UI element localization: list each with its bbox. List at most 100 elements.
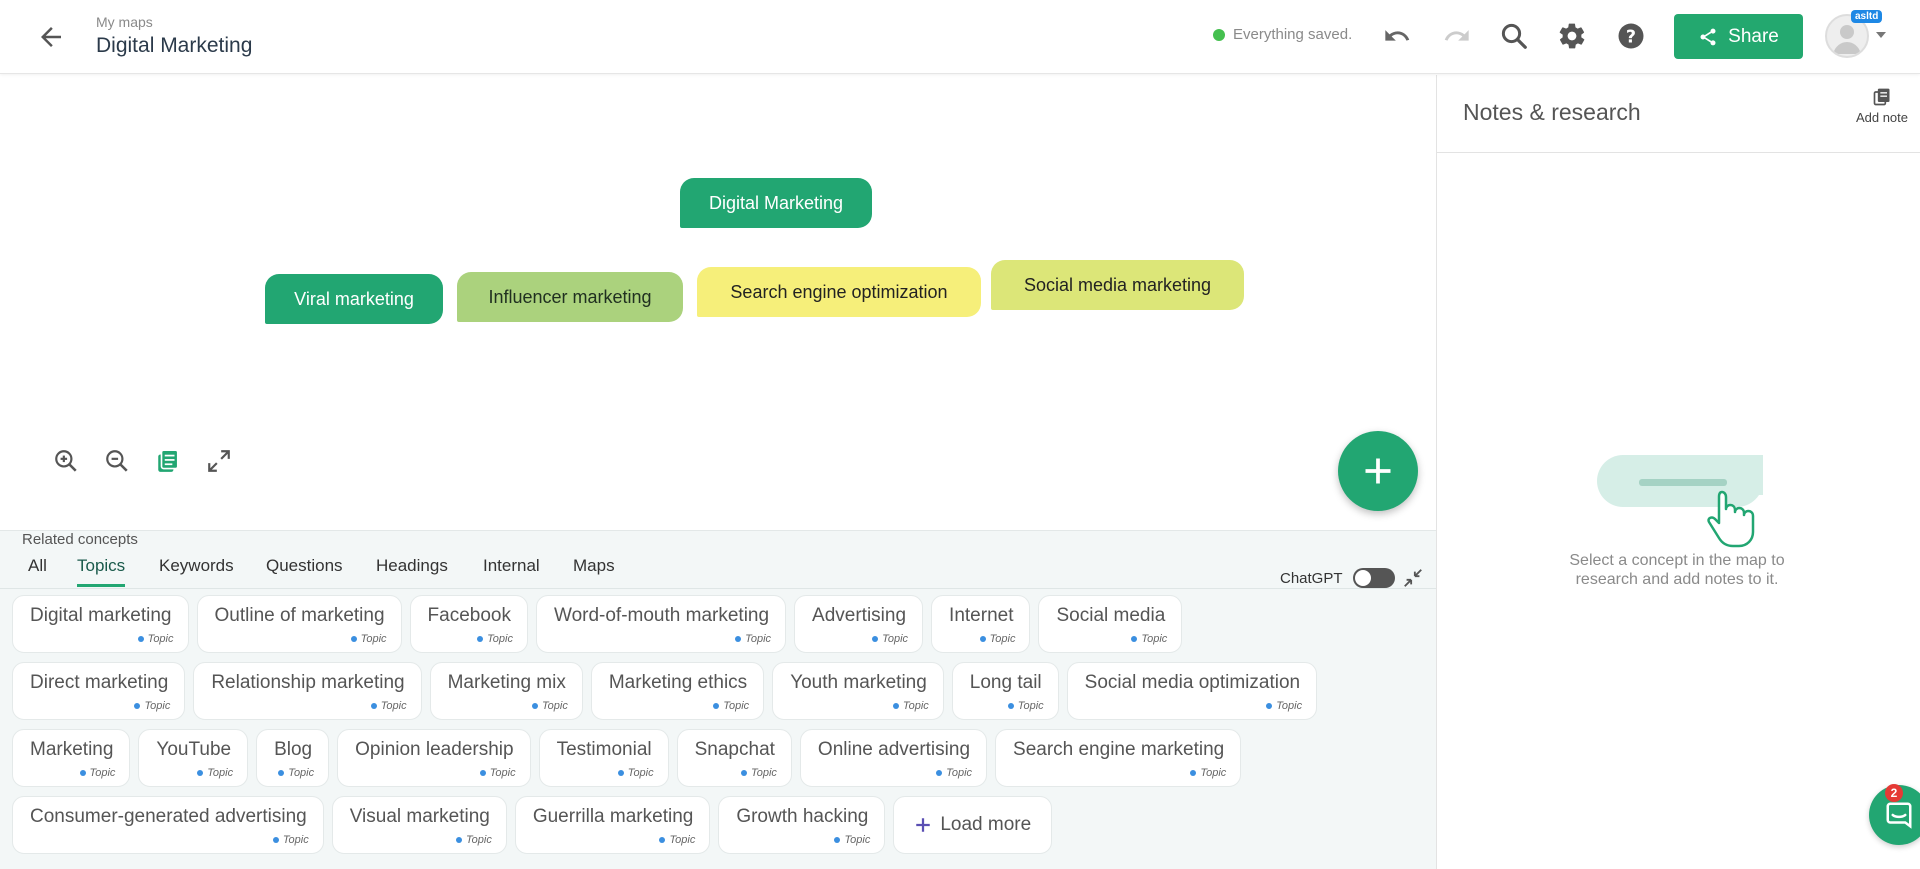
fullscreen-icon[interactable] [205, 447, 233, 475]
concept-chip-label: Advertising [812, 605, 907, 626]
top-bar: My maps Digital Marketing Everything sav… [0, 0, 1920, 74]
concept-chip[interactable]: Social media Topic [1038, 595, 1183, 653]
concept-chip[interactable]: Opinion leadership Topic [337, 729, 531, 787]
concept-chip[interactable]: Facebook Topic [409, 595, 528, 653]
concept-chip-label: Relationship marketing [211, 672, 405, 693]
gear-icon[interactable] [1554, 18, 1590, 54]
add-note-label: Add note [1855, 110, 1908, 125]
chatgpt-toggle[interactable] [1352, 568, 1395, 588]
tab-topics[interactable]: Topics [77, 556, 126, 587]
concept-chip[interactable]: Visual marketing Topic [331, 796, 507, 854]
concept-chip[interactable]: Guerrilla marketing Topic [514, 796, 711, 854]
undo-icon[interactable] [1379, 18, 1415, 54]
concept-chip-label: Marketing mix [447, 672, 566, 693]
map-title[interactable]: Digital Marketing [96, 34, 252, 58]
map-node-root[interactable]: Digital Marketing [680, 178, 872, 228]
tab-keywords[interactable]: Keywords [159, 556, 234, 584]
add-concept-button[interactable] [1338, 431, 1418, 511]
search-icon[interactable] [1496, 18, 1532, 54]
concept-chip[interactable]: Marketing ethics Topic [590, 662, 765, 720]
select-concept-illustration [1595, 455, 1767, 560]
concept-chip-label: Social media [1056, 605, 1166, 626]
concept-chip[interactable]: Growth hacking Topic [718, 796, 886, 854]
concept-chip[interactable]: Marketing Topic [12, 729, 131, 787]
share-icon [1700, 28, 1716, 45]
concept-chip-list: Digital marketing Topic Outline of marketi… [12, 595, 1432, 863]
concept-chip-label: Online advertising [817, 739, 971, 760]
concept-chip[interactable]: Advertising Topic [794, 595, 924, 653]
concept-chip[interactable]: Blog Topic [256, 729, 330, 787]
concept-chip[interactable]: Consumer-generated advertising Topic [12, 796, 324, 854]
collapse-icon[interactable] [1402, 567, 1424, 589]
map-node-child[interactable]: Social media marketing [991, 260, 1244, 310]
map-canvas[interactable]: Digital Marketing Viral marketing Influe… [0, 75, 1436, 530]
outline-view-icon[interactable] [154, 447, 182, 475]
map-node-child[interactable]: Viral marketing [265, 274, 443, 324]
saved-status-dot-icon [1213, 28, 1225, 41]
concept-type-label: Topic [1266, 700, 1302, 712]
concept-type-label: Topic [1190, 767, 1226, 779]
concept-type-label: Topic [893, 700, 929, 712]
concept-chip[interactable]: Digital marketing Topic [12, 595, 189, 653]
concept-type-label: Topic [872, 633, 908, 645]
map-node-child[interactable]: Search engine optimization [697, 267, 981, 317]
concept-chip-label: Marketing ethics [608, 672, 748, 693]
concept-type-label: Topic [713, 700, 749, 712]
concept-type-label: Topic [273, 834, 309, 846]
back-arrow-icon[interactable] [36, 22, 66, 52]
concept-chip[interactable]: Relationship marketing Topic [193, 662, 422, 720]
tab-internal[interactable]: Internal [483, 556, 540, 584]
share-button[interactable]: Share [1674, 14, 1803, 59]
breadcrumb[interactable]: My maps [96, 14, 153, 30]
related-concepts-label: Related concepts [22, 531, 138, 548]
chatgpt-label: ChatGPT [1280, 569, 1343, 587]
concept-chip[interactable]: Snapchat Topic [676, 729, 792, 787]
concept-chip[interactable]: Youth marketing Topic [772, 662, 944, 720]
zoom-out-icon[interactable] [103, 447, 131, 475]
tab-all[interactable]: All [28, 556, 47, 584]
zoom-in-icon[interactable] [52, 447, 80, 475]
concept-chip-label: Facebook [427, 605, 511, 626]
concept-chip-label: Word-of-mouth marketing [553, 605, 770, 626]
concept-chip-label: Social media optimization [1084, 672, 1301, 693]
notes-panel: Notes & research Add note Select a conce… [1436, 75, 1920, 869]
concept-chip[interactable]: Outline of marketing Topic [196, 595, 402, 653]
concept-chip[interactable]: Internet Topic [931, 595, 1031, 653]
load-more-button[interactable]: Load more [893, 796, 1053, 854]
tab-maps[interactable]: Maps [573, 556, 615, 584]
notes-header: Notes & research Add note [1437, 75, 1920, 153]
concept-chip[interactable]: Direct marketing Topic [12, 662, 186, 720]
notes-title: Notes & research [1463, 99, 1641, 125]
map-view-tools [52, 447, 233, 475]
help-icon[interactable]: ? [1613, 18, 1649, 54]
concept-chip[interactable]: YouTube Topic [138, 729, 249, 787]
concept-type-label: Topic [134, 700, 170, 712]
concept-chip[interactable]: Social media optimization Topic [1066, 662, 1318, 720]
concept-type-label: Topic [477, 633, 513, 645]
user-badge: asltd [1851, 10, 1883, 23]
concept-type-label: Topic [1008, 700, 1044, 712]
concept-chip-label: Testimonial [556, 739, 652, 760]
notes-hint: Select a concept in the map to research … [1569, 552, 1785, 588]
concept-chip[interactable]: Long tail Topic [951, 662, 1059, 720]
redo-icon[interactable] [1439, 18, 1475, 54]
concept-chip[interactable]: Online advertising Topic [799, 729, 988, 787]
chat-unread-badge: 2 [1885, 784, 1903, 802]
concept-chip[interactable]: Testimonial Topic [538, 729, 669, 787]
concept-type-label: Topic [480, 767, 516, 779]
concept-type-label: Topic [741, 767, 777, 779]
add-note-button[interactable]: Add note [1856, 87, 1908, 125]
tab-headings[interactable]: Headings [376, 556, 448, 584]
save-status: Everything saved. [1213, 26, 1352, 43]
concept-chip[interactable]: Word-of-mouth marketing Topic [535, 595, 787, 653]
chevron-down-icon[interactable] [1876, 32, 1886, 38]
tab-questions[interactable]: Questions [266, 556, 343, 584]
concept-chip[interactable]: Marketing mix Topic [429, 662, 583, 720]
concept-type-label: Topic [80, 767, 116, 779]
concept-chip-label: Opinion leadership [355, 739, 514, 760]
concept-type-label: Topic [278, 767, 314, 779]
concept-chip[interactable]: Search engine marketing Topic [995, 729, 1242, 787]
map-node-child[interactable]: Influencer marketing [457, 272, 683, 322]
share-button-label: Share [1728, 25, 1779, 47]
concept-chip-label: Outline of marketing [214, 605, 385, 626]
